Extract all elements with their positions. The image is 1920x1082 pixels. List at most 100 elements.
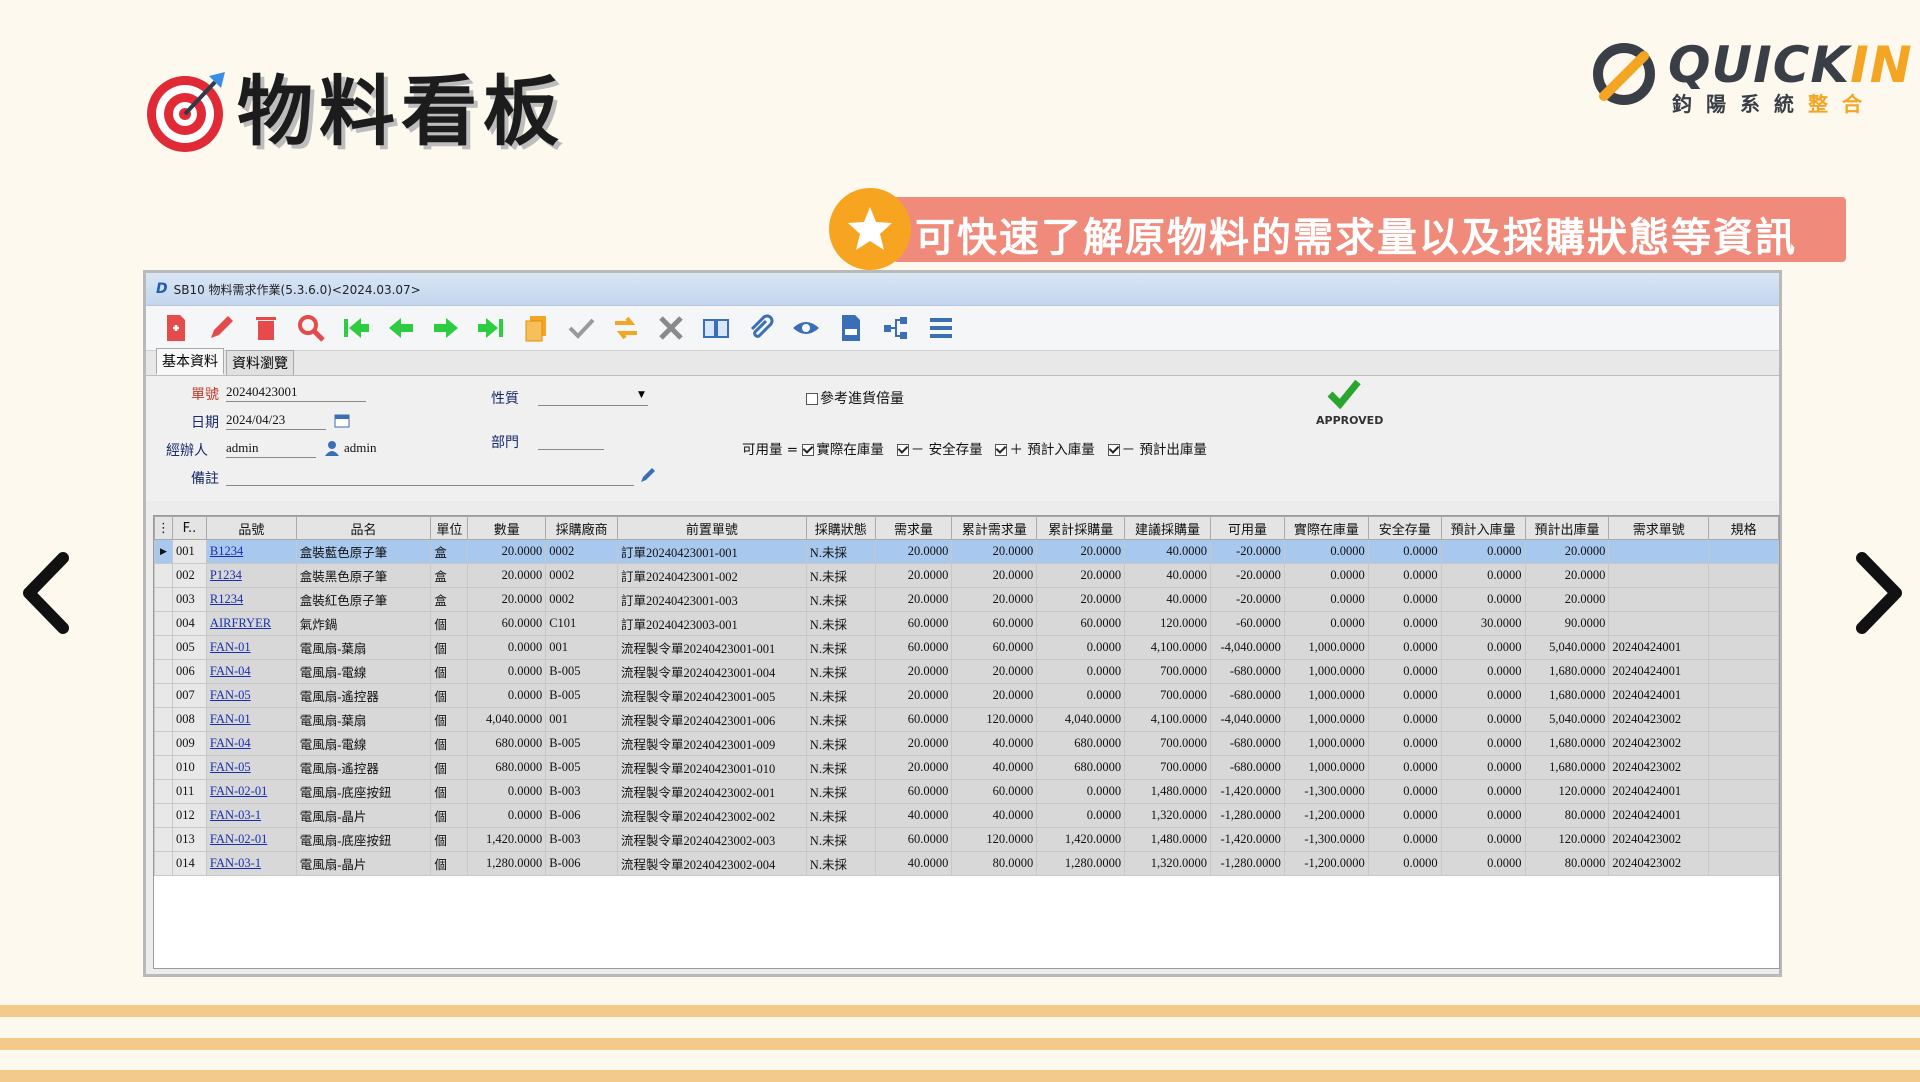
chevron-down-icon[interactable]: ▼ [638, 390, 645, 400]
table-cell: 訂單20240423003-001 [617, 611, 807, 636]
formula-check-4[interactable] [1107, 444, 1120, 456]
grid-header-cell[interactable]: 建議採購量 [1124, 516, 1211, 540]
grid-header-cell[interactable]: 累計採購量 [1036, 516, 1126, 540]
table-cell: B-006 [545, 803, 619, 828]
table-cell: 盒裝紅色原子筆 [295, 587, 432, 612]
table-cell [1708, 755, 1779, 780]
dept-field[interactable] [538, 432, 604, 450]
table-cell: 0.0000 [1440, 563, 1526, 588]
view-eye-icon[interactable] [786, 308, 826, 348]
edit-pencil-icon[interactable] [201, 308, 241, 348]
prev-slide-arrow-icon[interactable] [15, 548, 75, 638]
grid-header-cell[interactable]: 前置單號 [617, 516, 807, 540]
table-row[interactable]: 010 FAN-05 電風扇-遙控器個 680.0000 B-005 流程製令單20240… [154, 755, 1779, 780]
table-cell[interactable]: FAN-01 [205, 635, 297, 660]
table-row[interactable]: 012 FAN-03-1 電風扇-晶片個 0.0000 B-006 流程製令單202404… [154, 803, 1779, 828]
grid-header-cell[interactable]: 需求單號 [1608, 516, 1710, 540]
table-row[interactable]: ▶ 001 B1234 盒裝藍色原子筆盒 20.0000 0002 訂單2024042300… [154, 539, 1779, 564]
grid-header-cell[interactable]: 採購狀態 [805, 516, 876, 540]
confirm-check-icon[interactable] [561, 308, 601, 348]
table-cell[interactable]: FAN-03-1 [205, 803, 297, 828]
table-cell: 80.0000 [1524, 851, 1610, 876]
grid-header-cell[interactable]: 單位 [430, 516, 469, 540]
formula-check-3[interactable] [995, 444, 1008, 456]
table-cell[interactable]: FAN-01 [205, 707, 297, 732]
table-cell[interactable]: FAN-03-1 [205, 851, 297, 876]
table-cell[interactable]: B1234 [205, 539, 297, 564]
tab-data-browse[interactable]: 資料瀏覽 [226, 350, 294, 375]
formula-check-1[interactable] [802, 444, 815, 456]
copy-icon[interactable] [516, 308, 556, 348]
table-row[interactable]: 007 FAN-05 電風扇-遙控器個 0.0000 B-005 流程製令單2024042… [154, 683, 1779, 708]
table-cell: 1,000.0000 [1283, 731, 1369, 756]
transfer-icon[interactable] [606, 308, 646, 348]
nature-select[interactable] [538, 388, 648, 406]
table-row[interactable]: 008 FAN-01 電風扇-葉扇個 4,040.0000 001 流程製令單202404… [154, 707, 1779, 732]
table-cell [1708, 683, 1779, 708]
table-row[interactable]: 009 FAN-04 電風扇-電線個 680.0000 B-005 流程製令單202404… [154, 731, 1779, 756]
last-record-icon[interactable] [471, 308, 511, 348]
order-no-field[interactable]: 20240423001 [226, 384, 366, 402]
table-cell[interactable]: FAN-04 [205, 731, 297, 756]
date-field[interactable]: 2024/04/23 [226, 412, 326, 430]
table-cell[interactable]: AIRFRYER [205, 611, 297, 636]
table-cell[interactable]: FAN-05 [205, 755, 297, 780]
grid-header-cell[interactable]: 品號 [205, 516, 297, 540]
table-row[interactable]: 005 FAN-01 電風扇-葉扇個 0.0000 001 流程製令單2024042300… [154, 635, 1779, 660]
next-slide-arrow-icon[interactable] [1850, 548, 1910, 638]
ref-multiple-check[interactable] [806, 393, 818, 405]
prev-record-icon[interactable] [381, 308, 421, 348]
table-cell[interactable]: FAN-02-01 [205, 827, 297, 852]
new-doc-icon[interactable] [156, 308, 196, 348]
table-row[interactable]: 003 R1234 盒裝紅色原子筆盒 20.0000 0002 訂單20240423001… [154, 587, 1779, 612]
grid-header-cell[interactable]: 預計入庫量 [1440, 516, 1526, 540]
handler-field[interactable]: admin [226, 440, 316, 458]
table-row[interactable]: 014 FAN-03-1 電風扇-晶片個 1,280.0000 B-006 流程製令單20… [154, 851, 1779, 876]
table-row[interactable]: 011 FAN-02-01 電風扇-底座按鈕個 0.0000 B-003 流程製令單202… [154, 779, 1779, 804]
grid-header-cell[interactable]: 安全存量 [1367, 516, 1442, 540]
grid-header-cell[interactable]: 可用量 [1209, 516, 1285, 540]
grid-header-cell[interactable]: 實際在庫量 [1283, 516, 1369, 540]
table-cell[interactable]: P1234 [205, 563, 297, 588]
grid-header-cell[interactable]: 累計需求量 [951, 516, 1038, 540]
formula-check-2[interactable] [896, 444, 909, 456]
first-record-icon[interactable] [336, 308, 376, 348]
table-row[interactable]: 002 P1234 盒裝黑色原子筆盒 20.0000 0002 訂單20240423001… [154, 563, 1779, 588]
table-cell: 009 [172, 731, 207, 756]
table-cell[interactable]: FAN-05 [205, 683, 297, 708]
grid-header-cell[interactable]: 預計出庫量 [1524, 516, 1610, 540]
note-label: 備註 [191, 471, 219, 487]
table-row[interactable]: 004 AIRFRYER 氣炸鍋個 60.0000 C101 訂單20240423003-… [154, 611, 1779, 636]
grid-header-cell[interactable]: 需求量 [874, 516, 953, 540]
grid-header-cell[interactable]: F.. [172, 516, 207, 540]
search-icon[interactable] [291, 308, 331, 348]
menu-icon[interactable] [921, 308, 961, 348]
book-icon[interactable] [696, 308, 736, 348]
note-edit-icon[interactable] [639, 466, 657, 488]
next-record-icon[interactable] [426, 308, 466, 348]
calendar-icon[interactable] [334, 412, 350, 432]
print-icon[interactable] [831, 308, 871, 348]
table-cell[interactable]: FAN-04 [205, 659, 297, 684]
tab-basic-info[interactable]: 基本資料 [156, 348, 224, 375]
table-cell: -1,280.0000 [1209, 803, 1285, 828]
tree-icon[interactable] [876, 308, 916, 348]
grid-header-cell[interactable]: 採購廠商 [545, 516, 619, 540]
table-cell: 20.0000 [1036, 587, 1126, 612]
grid-header-cell[interactable]: 品名 [295, 516, 432, 540]
attach-icon[interactable] [741, 308, 781, 348]
table-cell[interactable]: R1234 [205, 587, 297, 612]
table-cell: 0.0000 [467, 803, 547, 828]
table-row[interactable]: 006 FAN-04 電風扇-電線個 0.0000 B-005 流程製令單20240423… [154, 659, 1779, 684]
delete-trash-icon[interactable] [246, 308, 286, 348]
cancel-x-icon[interactable] [651, 308, 691, 348]
table-cell: 0.0000 [1367, 779, 1442, 804]
ref-multiple-checkbox[interactable]: 參考進貨倍量 [806, 388, 904, 408]
row-pointer [154, 827, 173, 852]
table-cell: 電風扇-晶片 [295, 803, 432, 828]
table-cell[interactable]: FAN-02-01 [205, 779, 297, 804]
grid-header-cell[interactable]: 數量 [467, 516, 547, 540]
grid-header-cell[interactable]: 規格 [1708, 516, 1779, 540]
note-field[interactable] [226, 468, 634, 486]
table-row[interactable]: 013 FAN-02-01 電風扇-底座按鈕個 1,420.0000 B-003 流程製令… [154, 827, 1779, 852]
